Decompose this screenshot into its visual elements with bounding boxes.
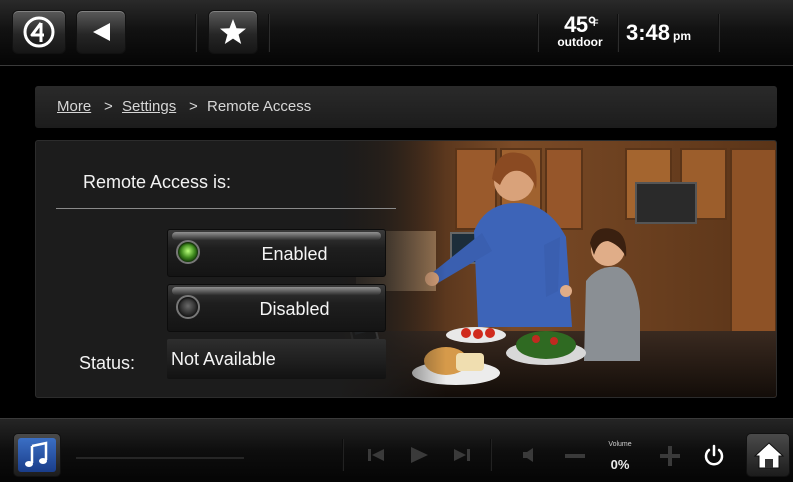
breadcrumb-more-link[interactable]: More	[57, 98, 91, 115]
home-logo-button[interactable]	[12, 10, 66, 54]
play-icon[interactable]	[408, 445, 430, 465]
volume-up-icon[interactable]	[660, 446, 680, 466]
breadcrumb-separator: >	[189, 98, 198, 115]
temperature-unit: F	[593, 18, 599, 28]
footer-divider	[342, 439, 344, 471]
top-bar: 45° F outdoor 3:48 pm	[0, 0, 793, 66]
button-highlight	[172, 287, 381, 295]
toolbar-divider	[537, 14, 539, 52]
bottom-bar: Volume 0%	[0, 418, 793, 482]
indicator-light-off-icon	[176, 295, 200, 319]
outdoor-temperature: 45° F outdoor	[548, 12, 612, 58]
temperature-label: outdoor	[557, 35, 603, 49]
breadcrumb-settings-link[interactable]: Settings	[122, 98, 176, 115]
home-icon	[753, 442, 785, 469]
clock-ampm: pm	[673, 29, 692, 43]
disabled-option-button[interactable]: Disabled	[167, 284, 386, 332]
volume-value: 0%	[610, 457, 630, 472]
control4-logo-icon	[23, 16, 55, 48]
breadcrumb: More > Settings > Remote Access	[35, 86, 777, 128]
toolbar-divider	[268, 14, 270, 52]
volume-down-icon[interactable]	[565, 453, 585, 459]
mute-speaker-icon[interactable]	[520, 446, 538, 464]
previous-track-icon[interactable]	[366, 447, 386, 463]
music-button-face	[18, 438, 56, 472]
enabled-option-label: Enabled	[261, 244, 328, 264]
button-highlight	[172, 232, 381, 240]
toolbar-divider	[195, 14, 197, 52]
status-label: Status:	[79, 353, 136, 373]
clock: 3:48 pm	[626, 20, 691, 46]
status-value-box: Not Available	[167, 339, 386, 379]
breadcrumb-separator: >	[104, 98, 113, 115]
back-arrow-icon	[93, 23, 110, 41]
progress-track[interactable]	[76, 457, 244, 459]
favorites-button[interactable]	[208, 10, 258, 54]
music-note-icon	[25, 441, 48, 467]
home-button[interactable]	[746, 433, 790, 477]
remote-access-heading: Remote Access is:	[83, 172, 232, 192]
remote-access-panel: Remote Access is: Enabled Disabled Statu…	[35, 140, 777, 398]
power-icon[interactable]	[703, 444, 725, 466]
back-button[interactable]	[76, 10, 126, 54]
disabled-option-label: Disabled	[259, 299, 330, 319]
breadcrumb-current-page: Remote Access	[207, 98, 312, 115]
volume-label: Volume	[608, 441, 632, 448]
enabled-option-button[interactable]: Enabled	[167, 229, 386, 277]
music-button[interactable]	[13, 433, 61, 477]
clock-time: 3:48	[626, 20, 671, 45]
star-icon	[220, 19, 246, 44]
indicator-light-on-icon	[176, 240, 200, 264]
footer-divider	[490, 439, 492, 471]
status-value: Not Available	[171, 349, 276, 369]
next-track-icon[interactable]	[452, 447, 472, 463]
toolbar-divider	[718, 14, 720, 52]
heading-divider	[56, 208, 396, 209]
toolbar-divider	[617, 14, 619, 52]
